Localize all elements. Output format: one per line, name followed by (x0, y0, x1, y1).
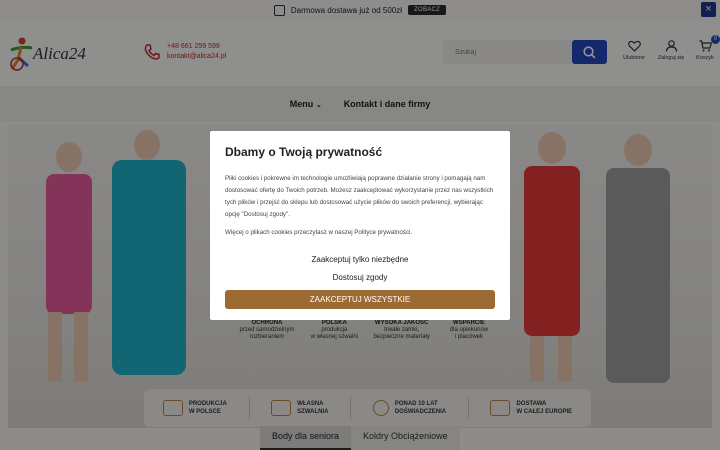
accept-necessary-button[interactable]: Zaakceptuj tylko niezbędne (225, 255, 495, 264)
accept-all-button[interactable]: ZAAKCEPTUJ WSZYSTKIE (225, 290, 495, 309)
dialog-title: Dbamy o Twoją prywatność (225, 145, 383, 159)
dialog-body-text: Pliki cookies i pokrewne im technologie … (225, 175, 494, 218)
cookie-consent-dialog: Dbamy o Twoją prywatność Pliki cookies i… (210, 131, 510, 320)
customize-consents-button[interactable]: Dostosuj zgody (225, 273, 495, 282)
privacy-policy-text[interactable]: Więcej o plikach cookies przeczytasz w n… (225, 227, 495, 239)
